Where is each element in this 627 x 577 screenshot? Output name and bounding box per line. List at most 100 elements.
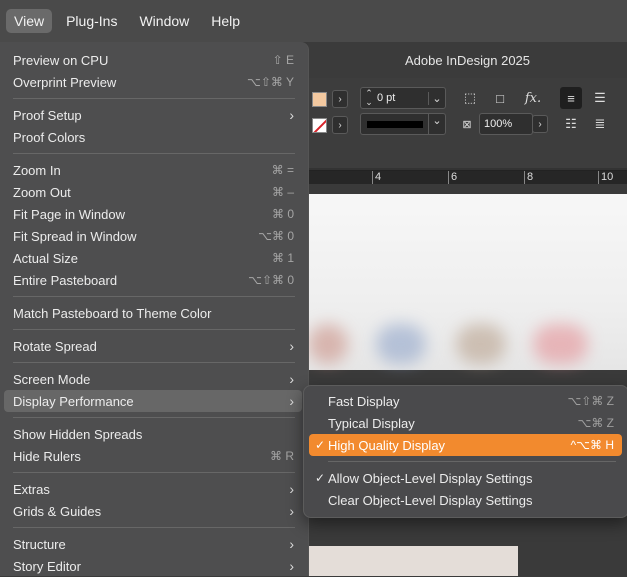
- submenu-item-label: Typical Display: [328, 415, 415, 431]
- menu-item-label: Hide Rulers: [13, 448, 81, 464]
- stroke-weight-field[interactable]: ⌃ ⌄ 0 pt ⌄: [360, 87, 446, 109]
- menu-item-match-pasteboard[interactable]: Match Pasteboard to Theme Color: [4, 302, 302, 324]
- menu-item-proof-setup[interactable]: Proof Setup ›: [4, 104, 302, 126]
- menu-item-screen-mode[interactable]: Screen Mode ›: [4, 368, 302, 390]
- menu-item-label: Extras: [13, 481, 50, 497]
- menu-separator: [13, 98, 295, 99]
- chevron-right-icon: ›: [289, 393, 294, 409]
- chevron-down-icon[interactable]: ⌄: [428, 114, 445, 134]
- menu-item-grids-guides[interactable]: Grids & Guides ›: [4, 500, 302, 522]
- menu-item-label: Zoom In: [13, 162, 61, 178]
- submenu-item-fast-display[interactable]: Fast Display ⌥⇧⌘ Z: [309, 390, 622, 412]
- submenu-item-shortcut: ⌥⌘ Z: [577, 416, 615, 430]
- menu-window[interactable]: Window: [131, 9, 197, 33]
- scale-icon: ⊠: [462, 118, 472, 131]
- menu-item-label: Screen Mode: [13, 371, 91, 387]
- menu-item-show-hidden-spreads[interactable]: Show Hidden Spreads: [4, 423, 302, 445]
- menu-item-label: Match Pasteboard to Theme Color: [13, 305, 212, 321]
- submenu-item-allow-object-level[interactable]: ✓ Allow Object-Level Display Settings: [309, 467, 622, 489]
- stepper-icon[interactable]: ⌃ ⌄: [361, 89, 377, 107]
- menu-item-preview-on-cpu[interactable]: Preview on CPU ⇧ E: [4, 49, 302, 71]
- menu-item-label: Preview on CPU: [13, 52, 109, 68]
- menu-item-actual-size[interactable]: Actual Size ⌘ 1: [4, 247, 302, 269]
- menu-item-structure[interactable]: Structure ›: [4, 533, 302, 555]
- fill-swatch-menu-button[interactable]: ›: [332, 90, 348, 108]
- checkmark-icon: ✓: [315, 471, 326, 485]
- fill-swatch[interactable]: [312, 92, 327, 107]
- menu-item-entire-pasteboard[interactable]: Entire Pasteboard ⌥⇧⌘ 0: [4, 269, 302, 291]
- chevron-right-icon: ›: [289, 338, 294, 354]
- chevron-right-icon: ›: [289, 371, 294, 387]
- page-image-blur: [456, 324, 506, 364]
- menu-separator: [13, 472, 295, 473]
- page-image-blur: [308, 324, 348, 364]
- ruler-label: 4: [375, 171, 382, 183]
- submenu-item-label: Clear Object-Level Display Settings: [328, 492, 533, 508]
- stroke-type-select[interactable]: ⌄: [360, 113, 446, 135]
- menu-item-shortcut: ⌘ –: [271, 185, 294, 199]
- menu-item-shortcut: ⌥⇧⌘ 0: [248, 273, 294, 287]
- stroke-weight-value: 0 pt: [377, 92, 396, 104]
- menu-item-label: Proof Colors: [13, 129, 86, 145]
- align-right-icon[interactable]: ≣: [589, 113, 611, 135]
- chevron-down-icon[interactable]: ⌄: [428, 91, 445, 105]
- frame-fit-icon[interactable]: ⬚: [459, 87, 481, 109]
- scale-field[interactable]: 100%: [479, 113, 533, 135]
- menu-separator: [13, 296, 295, 297]
- menu-item-overprint-preview[interactable]: Overprint Preview ⌥⇧⌘ Y: [4, 71, 302, 93]
- menu-item-label: Entire Pasteboard: [13, 272, 118, 288]
- menu-view[interactable]: View: [6, 9, 53, 33]
- menu-item-shortcut: ⌘ R: [270, 449, 294, 463]
- ruler-tick: [448, 171, 449, 185]
- menu-item-proof-colors[interactable]: Proof Colors: [4, 126, 302, 148]
- stroke-swatch[interactable]: [312, 118, 327, 133]
- submenu-item-high-quality-display[interactable]: ✓ High Quality Display ^⌥⌘ H: [309, 434, 622, 456]
- menu-help[interactable]: Help: [203, 9, 248, 33]
- window-title: Adobe InDesign 2025: [308, 42, 627, 79]
- stroke-swatch-menu-button[interactable]: ›: [332, 116, 348, 134]
- menu-item-shortcut: ⌘ =: [271, 163, 294, 177]
- menu-separator: [13, 527, 295, 528]
- submenu-item-label: Fast Display: [328, 393, 400, 409]
- menu-item-label: Overprint Preview: [13, 74, 117, 90]
- ruler-tick: [598, 171, 599, 185]
- document-page[interactable]: [308, 194, 627, 370]
- scale-menu-button[interactable]: ›: [532, 115, 548, 133]
- align-justify-icon[interactable]: ☰: [589, 87, 611, 109]
- submenu-item-typical-display[interactable]: Typical Display ⌥⌘ Z: [309, 412, 622, 434]
- horizontal-ruler: 4 6 8 10: [308, 170, 627, 185]
- menu-item-shortcut: ⌘ 1: [271, 251, 294, 265]
- menu-separator: [13, 417, 295, 418]
- menu-item-fit-page[interactable]: Fit Page in Window ⌘ 0: [4, 203, 302, 225]
- menu-item-rotate-spread[interactable]: Rotate Spread ›: [4, 335, 302, 357]
- none-slash: [313, 119, 326, 132]
- menu-item-hide-rulers[interactable]: Hide Rulers ⌘ R: [4, 445, 302, 467]
- menu-item-label: Display Performance: [13, 393, 134, 409]
- align-center-icon[interactable]: ☷: [560, 113, 582, 135]
- menu-plug-ins[interactable]: Plug-Ins: [58, 9, 125, 33]
- menu-item-display-performance[interactable]: Display Performance ›: [4, 390, 302, 412]
- menu-item-label: Zoom Out: [13, 184, 71, 200]
- menu-item-zoom-out[interactable]: Zoom Out ⌘ –: [4, 181, 302, 203]
- chevron-right-icon: ›: [289, 536, 294, 552]
- menu-item-label: Actual Size: [13, 250, 79, 266]
- document-page-2[interactable]: [308, 546, 518, 576]
- menu-item-fit-spread[interactable]: Fit Spread in Window ⌥⌘ 0: [4, 225, 302, 247]
- submenu-item-clear-object-level[interactable]: Clear Object-Level Display Settings: [309, 489, 622, 511]
- menu-item-shortcut: ⌘ 0: [271, 207, 294, 221]
- menu-item-story-editor[interactable]: Story Editor ›: [4, 555, 302, 577]
- ruler-label: 8: [527, 171, 534, 183]
- display-performance-submenu: Fast Display ⌥⇧⌘ Z Typical Display ⌥⌘ Z ✓ H…: [303, 385, 627, 518]
- menu-item-label: Proof Setup: [13, 107, 82, 123]
- menu-item-zoom-in[interactable]: Zoom In ⌘ =: [4, 159, 302, 181]
- effects-icon[interactable]: fx.: [520, 87, 546, 109]
- align-left-icon[interactable]: ≡: [560, 87, 582, 109]
- menu-item-label: Fit Page in Window: [13, 206, 125, 222]
- rectangle-icon[interactable]: □: [489, 87, 511, 109]
- menu-item-label: Structure: [13, 536, 66, 552]
- menu-item-shortcut: ⌥⇧⌘ Y: [246, 75, 294, 89]
- submenu-item-shortcut: ^⌥⌘ H: [570, 438, 614, 452]
- menu-separator: [13, 362, 295, 363]
- ruler-tick: [524, 171, 525, 185]
- menu-item-extras[interactable]: Extras ›: [4, 478, 302, 500]
